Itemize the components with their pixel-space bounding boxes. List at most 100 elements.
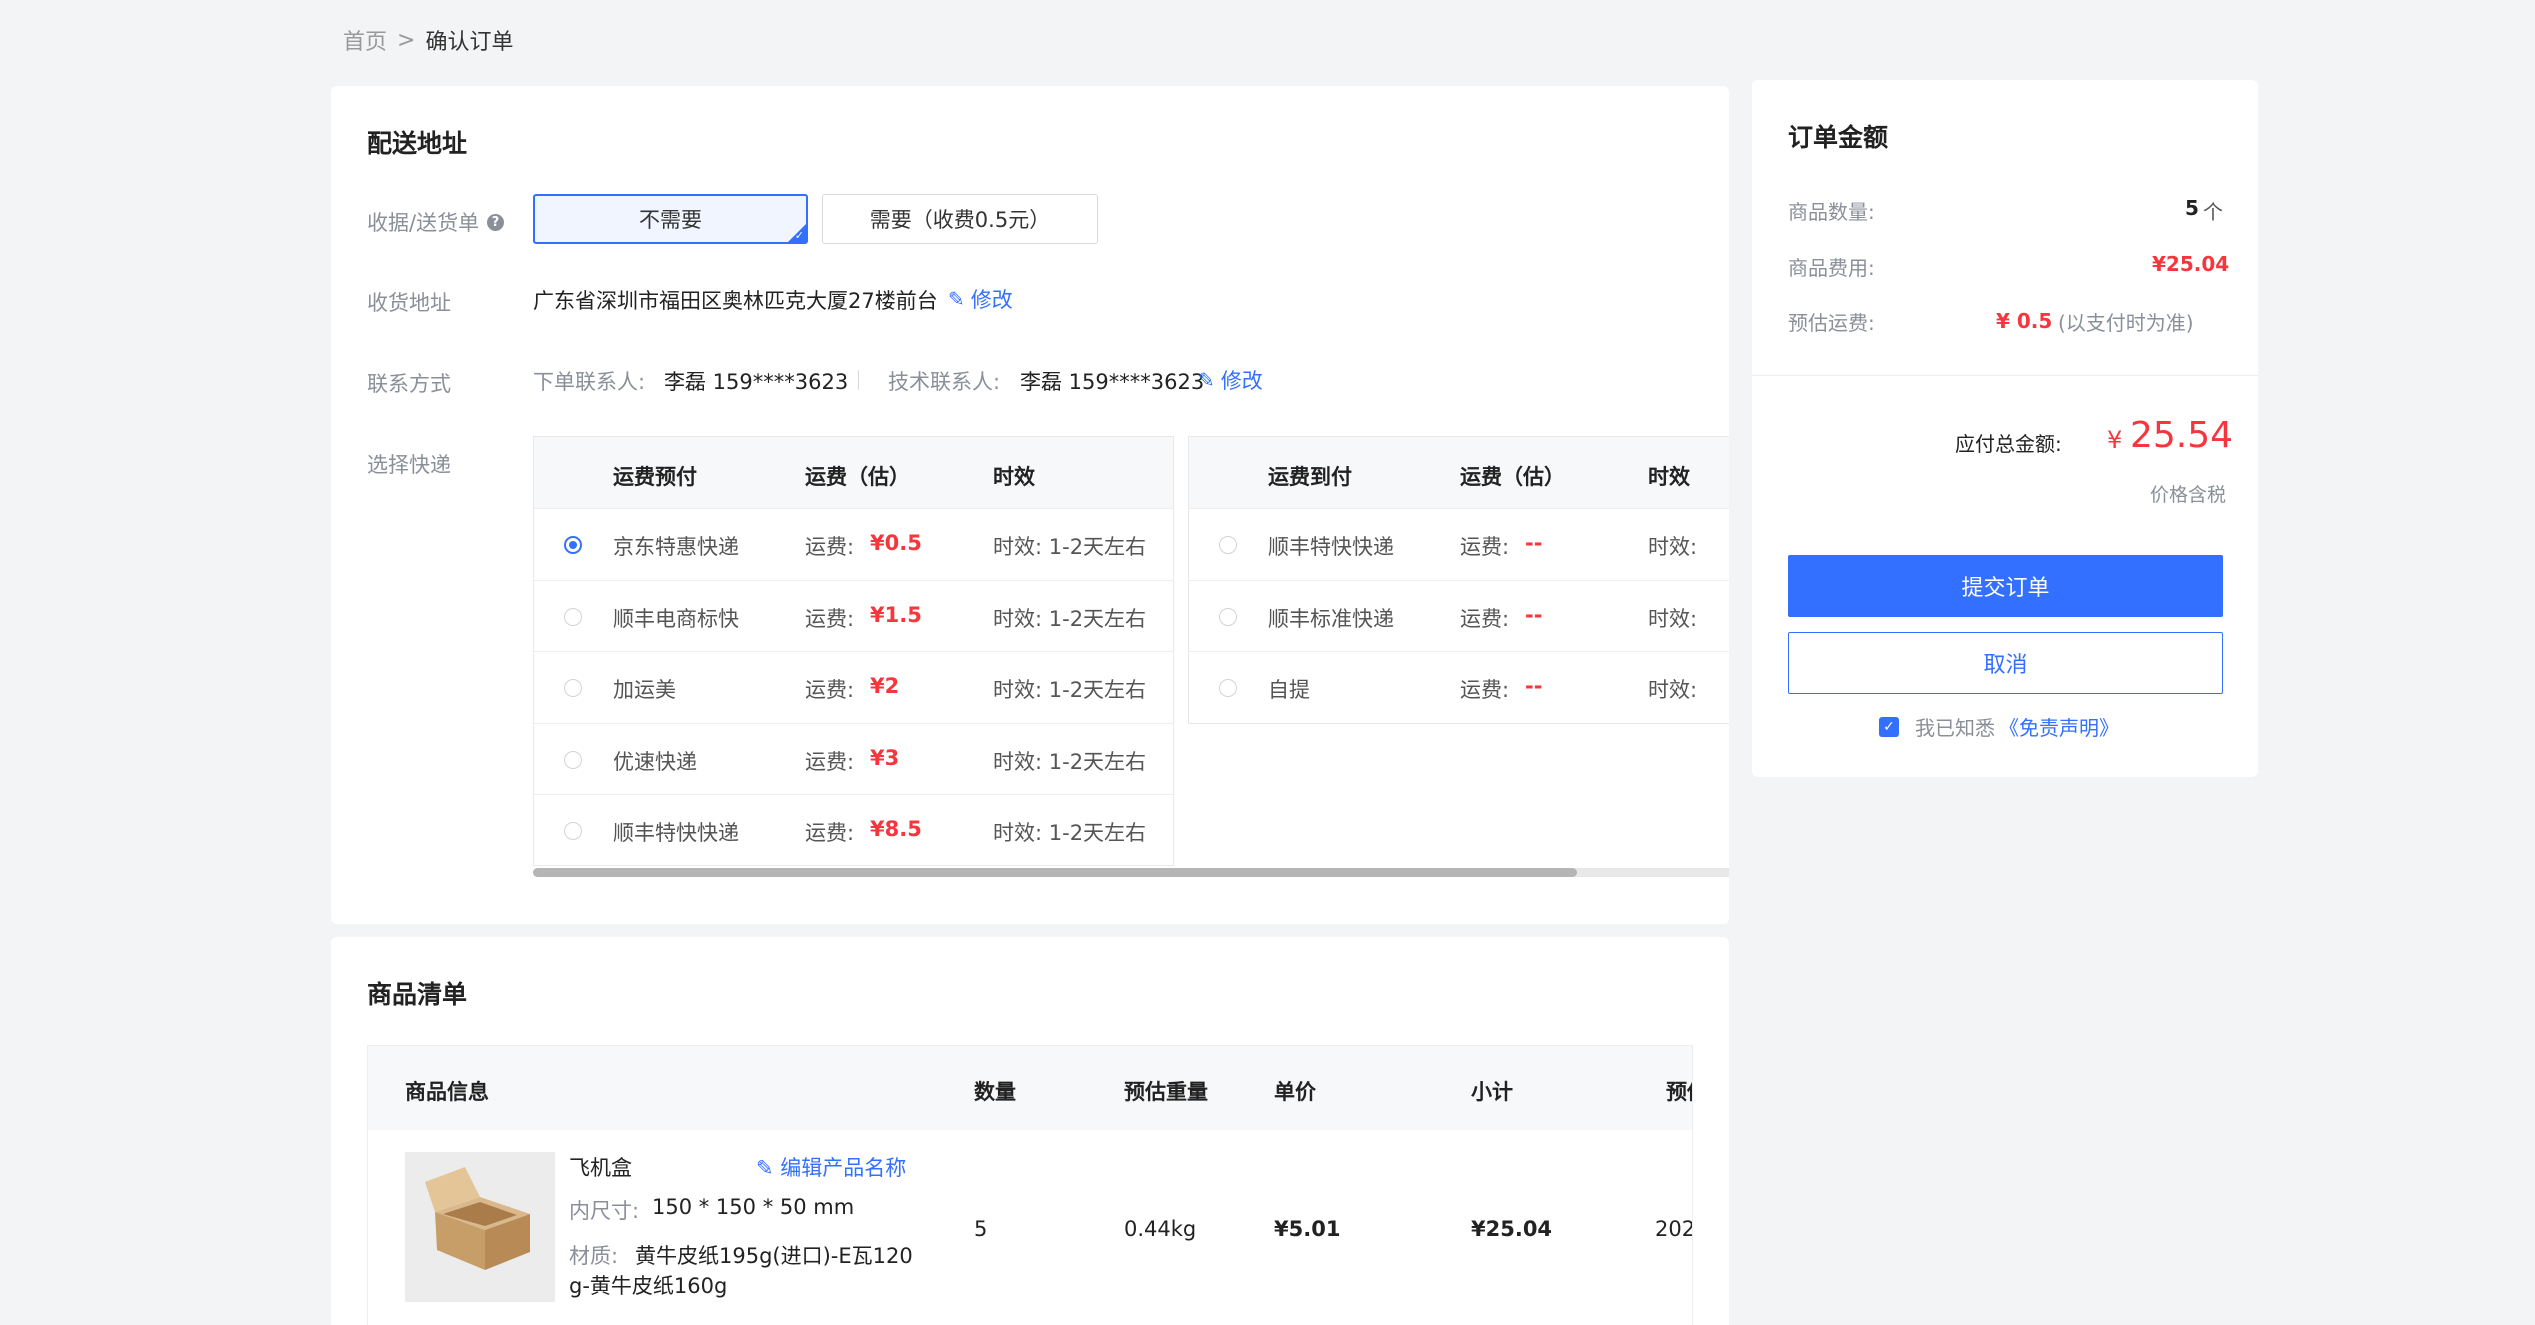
fee-value: ¥1.5	[870, 602, 922, 627]
express-row[interactable]: 加运美 运费: ¥2 时效: 1-2天左右	[534, 652, 1173, 724]
express-name: 顺丰特快快递	[1268, 535, 1394, 559]
fee-label: 运费:	[1460, 606, 1510, 631]
qty-value: 5	[974, 1217, 988, 1241]
delivery-card: 配送地址 收据/送货单 ? 不需要 ✓ 需要（收费0.5元） 收货地址 广东省深…	[331, 86, 1729, 924]
shipping-value: ¥ 0.5	[1996, 309, 2053, 333]
fee-value: ¥2	[870, 674, 900, 698]
edit-product-name-link[interactable]: ✎ 编辑产品名称	[756, 1152, 906, 1182]
breadcrumb: 首页 > 确认订单	[343, 24, 513, 56]
fee-label: 运费:	[805, 606, 855, 631]
express-row[interactable]: 京东特惠快递 运费: ¥0.5 时效: 1-2天左右	[534, 509, 1173, 581]
submit-order-button[interactable]: 提交订单	[1788, 555, 2223, 617]
product-name: 飞机盒	[569, 1156, 632, 1180]
header-time: 时效	[993, 465, 1035, 489]
header-subtotal: 小计	[1471, 1080, 1513, 1104]
fee-value: ¥3	[870, 745, 900, 770]
box-icon	[425, 1167, 530, 1270]
radio-selected[interactable]	[564, 536, 582, 554]
fee-label: 运费:	[805, 535, 855, 559]
estimate-value: 202	[1655, 1217, 1693, 1241]
express-row[interactable]: 顺丰特快快递 运费: ¥8.5 时效: 1-2天左右	[534, 795, 1173, 867]
receipt-label: 收据/送货单 ?	[367, 207, 505, 237]
goods-table: 商品信息 数量 预估重量 单价 小计 预估 飞机盒 ✎ 编辑产品名称 内尺寸:	[367, 1045, 1693, 1325]
edit-contact-label: 修改	[1220, 369, 1263, 393]
fee-value: --	[1525, 602, 1543, 627]
express-row[interactable]: 自提 运费: -- 时效:	[1189, 652, 1729, 724]
breadcrumb-home[interactable]: 首页	[343, 24, 387, 56]
fee-value: --	[1525, 531, 1543, 555]
tax-note: 价格含税	[2150, 484, 2227, 506]
time-value: 时效: 1-2天左右	[993, 606, 1147, 631]
fee-label: 运费:	[1460, 535, 1510, 559]
disclaimer-link[interactable]: 《免责声明》	[1999, 712, 2119, 741]
express-name: 加运美	[613, 678, 676, 702]
tech-contact-label: 技术联系人:	[888, 370, 1001, 394]
fee-value: ¥0.5	[870, 531, 922, 555]
receipt-label-text: 收据/送货单	[367, 211, 480, 235]
total-value: 25.54	[2130, 415, 2234, 456]
radio[interactable]	[1219, 536, 1237, 554]
agree-checkbox[interactable]: ✓	[1879, 716, 1899, 737]
fee-value: --	[1525, 674, 1543, 698]
size-value: 150 * 150 * 50 mm	[652, 1195, 855, 1219]
scrollbar-thumb[interactable]	[533, 868, 1578, 877]
prepaid-express-table: 运费预付 运费（估） 时效 京东特惠快递 运费: ¥0.5 时效: 1-2天左右…	[533, 436, 1174, 866]
fee-value: ¥25.04	[2152, 252, 2230, 276]
header-weight: 预估重量	[1124, 1080, 1208, 1104]
goods-table-header: 商品信息 数量 预估重量 单价 小计 预估	[368, 1046, 1692, 1130]
weight-value: 0.44kg	[1124, 1217, 1197, 1241]
radio[interactable]	[1219, 679, 1237, 697]
header-unit-price: 单价	[1274, 1080, 1316, 1104]
contact-divider	[858, 370, 859, 390]
edit-contact-link[interactable]: ✎ 修改	[1198, 365, 1263, 395]
material-value-cont: g-黄牛皮纸160g	[569, 1274, 728, 1298]
cancel-button[interactable]: 取消	[1788, 632, 2223, 694]
material-label: 材质:	[569, 1244, 619, 1268]
agree-text: 我已知悉	[1915, 716, 1995, 740]
edit-address-label: 修改	[970, 288, 1013, 312]
radio[interactable]	[1219, 607, 1237, 626]
header-time: 时效	[1648, 465, 1690, 489]
address-label: 收货地址	[367, 291, 451, 315]
address-value: 广东省深圳市福田区奥林匹克大厦27楼前台	[533, 289, 938, 313]
receipt-option-no-label: 不需要	[639, 208, 702, 232]
edit-address-link[interactable]: ✎ 修改	[948, 284, 1013, 314]
goods-card: 商品清单 商品信息 数量 预估重量 单价 小计 预估 飞机盒 ✎ 编辑产品名	[331, 937, 1729, 1325]
shipping-label: 预估运费:	[1788, 311, 1875, 335]
header-estimate: 预估	[1666, 1080, 1692, 1104]
express-row[interactable]: 顺丰标准快递 运费: -- 时效:	[1189, 581, 1729, 652]
express-row[interactable]: 优速快递 运费: ¥3 时效: 1-2天左右	[534, 724, 1173, 795]
edit-icon: ✎	[1198, 368, 1215, 392]
receipt-option-yes[interactable]: 需要（收费0.5元）	[822, 194, 1098, 244]
express-row[interactable]: 顺丰特快快递 运费: -- 时效:	[1189, 509, 1729, 581]
contact-label: 联系方式	[367, 372, 451, 396]
goods-title: 商品清单	[367, 980, 468, 1009]
order-contact-label: 下单联系人:	[533, 370, 646, 394]
header-prepaid: 运费预付	[613, 465, 697, 489]
unit-price-value: ¥5.01	[1274, 1217, 1341, 1241]
table-row: 飞机盒 ✎ 编辑产品名称 内尺寸: 150 * 150 * 50 mm 材质: …	[368, 1130, 1692, 1325]
cod-express-table: 运费到付 运费（估） 时效 顺丰特快快递 运费: -- 时效: 顺丰标准快递 运…	[1188, 436, 1729, 724]
time-value: 时效: 1-2天左右	[993, 749, 1147, 774]
breadcrumb-separator: >	[397, 27, 416, 53]
time-value: 时效: 1-2天左右	[993, 678, 1147, 702]
header-fee: 运费（估）	[1460, 465, 1565, 489]
order-summary-card: 订单金额 商品数量: 5 个 商品费用: ¥25.04 预估运费: ¥ 0.5 …	[1752, 80, 2258, 777]
fee-label: 运费:	[805, 678, 855, 702]
radio[interactable]	[564, 822, 582, 840]
header-product-info: 商品信息	[405, 1080, 489, 1104]
fee-label: 商品费用:	[1788, 256, 1875, 280]
header-fee: 运费（估）	[805, 465, 910, 489]
header-qty: 数量	[974, 1080, 1016, 1104]
fee-label: 运费:	[805, 749, 855, 774]
express-label: 选择快递	[367, 453, 451, 477]
radio[interactable]	[564, 750, 582, 769]
table-header: 运费预付 运费（估） 时效	[534, 437, 1173, 509]
radio[interactable]	[564, 679, 582, 697]
fee-label: 运费:	[1460, 678, 1510, 702]
help-icon[interactable]: ?	[487, 213, 505, 231]
horizontal-scrollbar[interactable]	[533, 868, 1729, 877]
receipt-option-no[interactable]: 不需要 ✓	[533, 194, 808, 244]
radio[interactable]	[564, 607, 582, 626]
express-row[interactable]: 顺丰电商标快 运费: ¥1.5 时效: 1-2天左右	[534, 581, 1173, 652]
